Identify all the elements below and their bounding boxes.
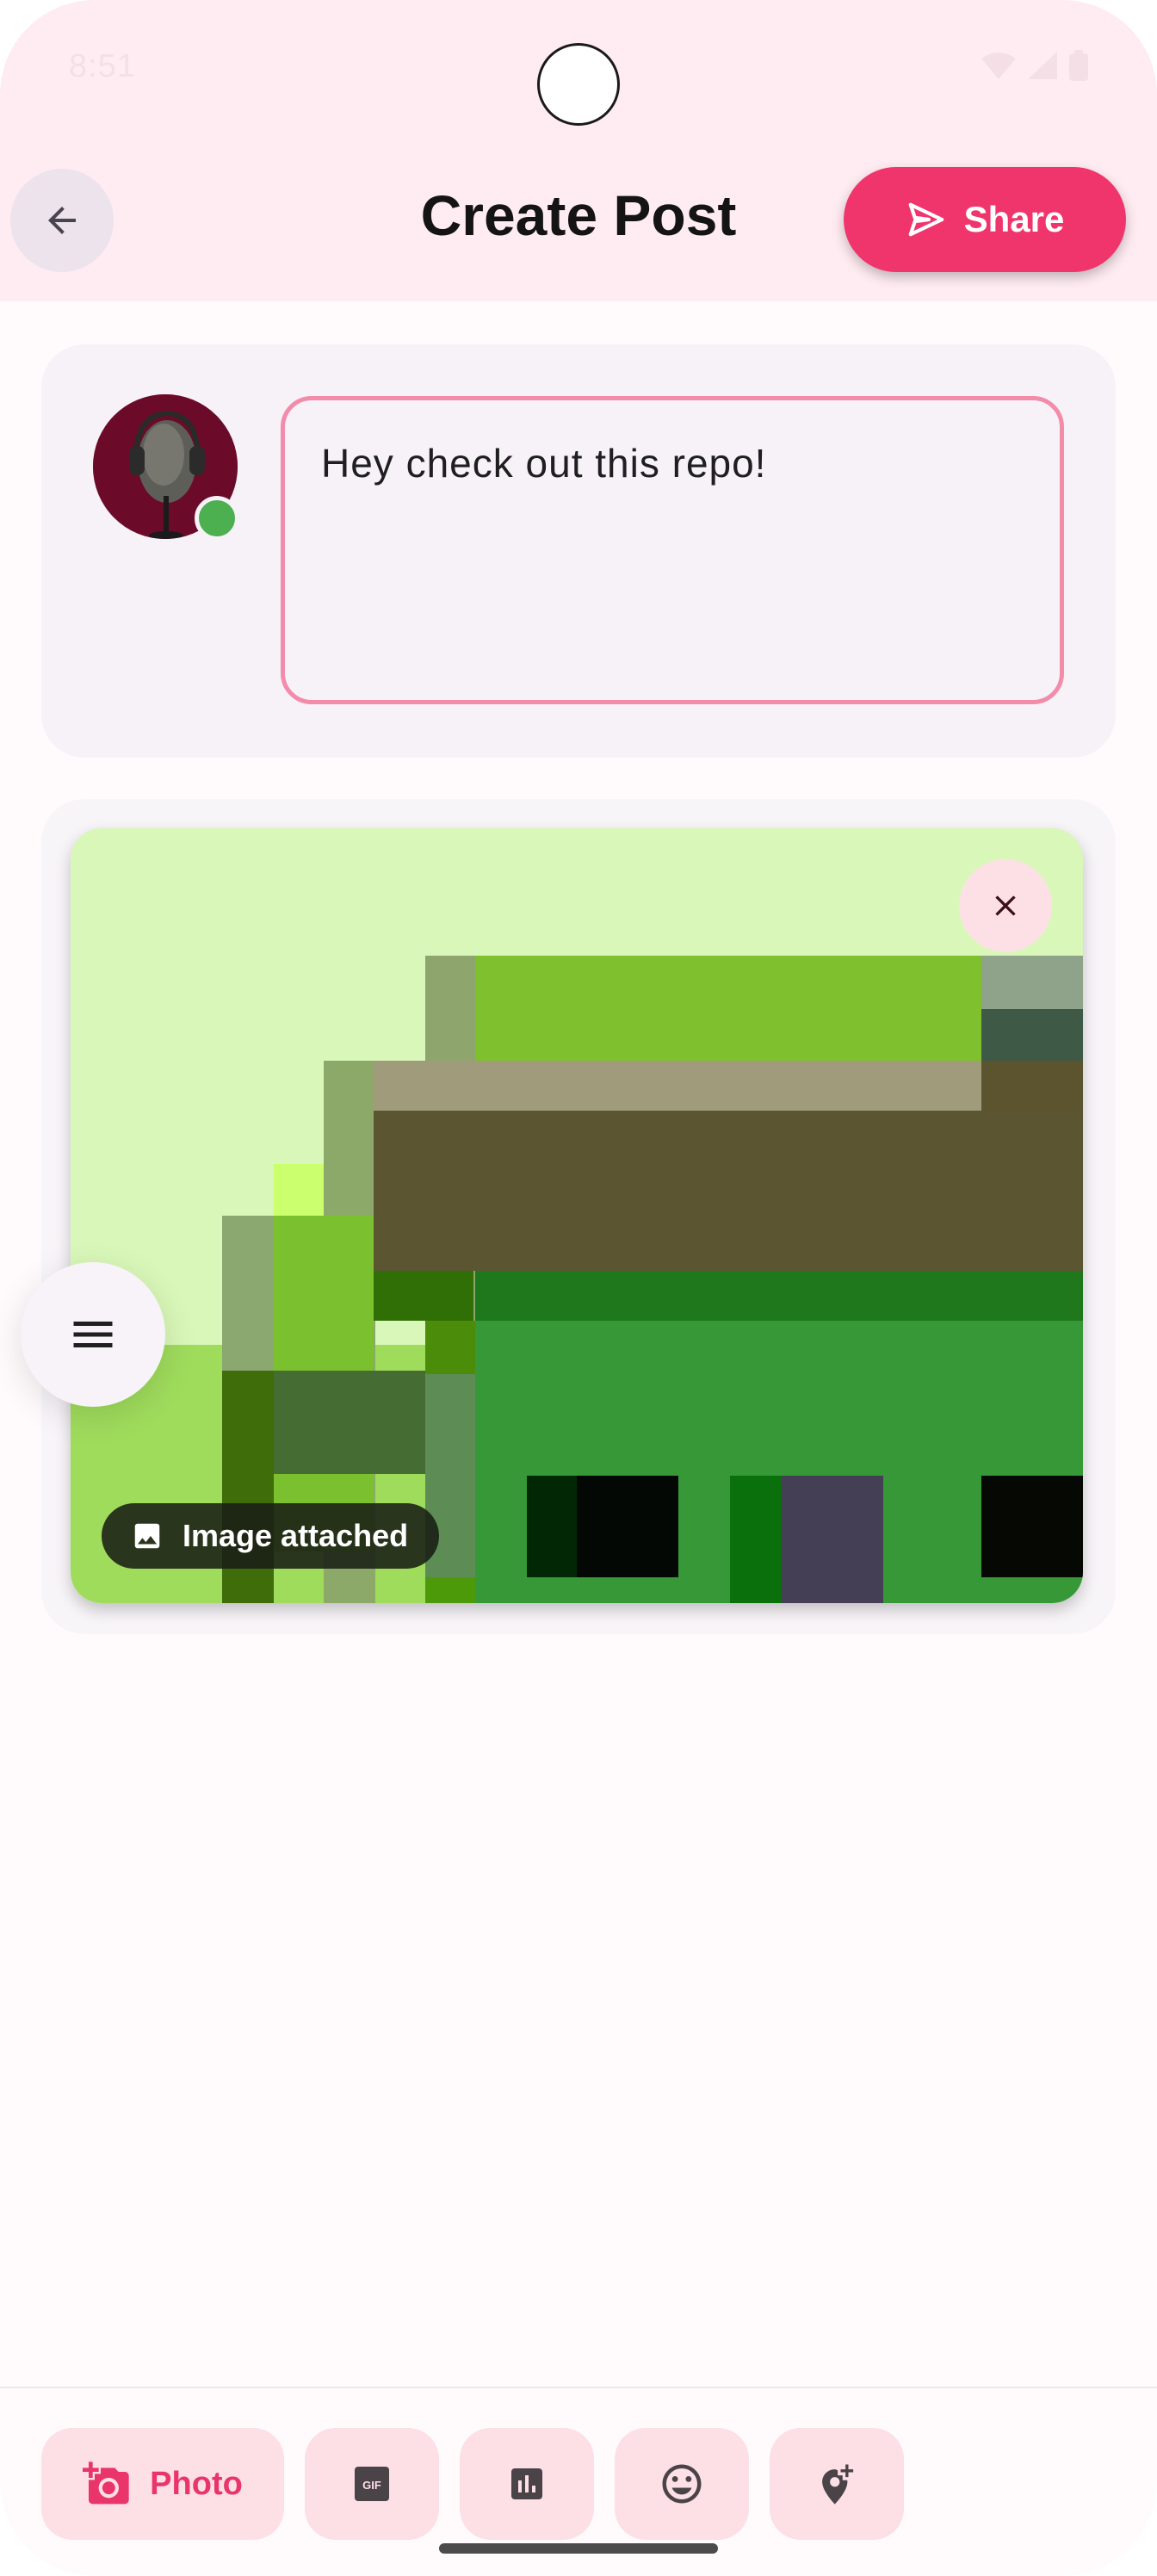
wifi-icon [981,53,1016,79]
app-bar: 8:51 Create Post Share [0,0,1157,301]
svg-text:GIF: GIF [362,2479,381,2492]
poll-icon [511,2468,542,2499]
image-attached-chip: Image attached [102,1503,440,1569]
composer-card: Hey check out this repo! [41,344,1116,758]
online-status-dot [195,496,239,541]
menu-button[interactable] [21,1262,165,1407]
gif-button[interactable]: GIF [305,2428,439,2540]
bottom-toolbar: Photo GIF [0,2387,1157,2576]
send-icon [908,202,944,237]
close-icon [995,895,1016,916]
add-photo-icon [83,2461,129,2505]
add-location-button[interactable] [770,2428,904,2540]
attached-image: Image attached [71,828,1083,1603]
battery-icon [1069,50,1088,81]
add-location-icon [822,2464,854,2505]
emoji-icon [662,2464,702,2504]
signal-icon [1028,52,1057,79]
post-text-input[interactable]: Hey check out this repo! [281,396,1064,704]
home-indicator[interactable] [439,2543,718,2554]
photo-label: Photo [150,2465,243,2502]
gif-icon: GIF [355,2467,389,2501]
image-attached-label: Image attached [183,1518,409,1553]
share-label: Share [963,199,1065,239]
status-time: 8:51 [69,48,136,84]
remove-attachment-button[interactable] [959,859,1052,952]
emoji-button[interactable] [615,2428,749,2540]
poll-button[interactable] [460,2428,594,2540]
menu-icon [73,1322,113,1347]
pixel-art-image [71,828,1083,1603]
attachment-card: Image attached [41,799,1116,1634]
camera-cutout [537,43,620,126]
image-icon [134,1523,160,1549]
photo-button[interactable]: Photo [41,2428,284,2540]
share-button[interactable]: Share [844,167,1126,272]
screen: 8:51 Create Post Share Hey check out thi… [0,0,1157,2576]
status-icons [981,50,1088,81]
